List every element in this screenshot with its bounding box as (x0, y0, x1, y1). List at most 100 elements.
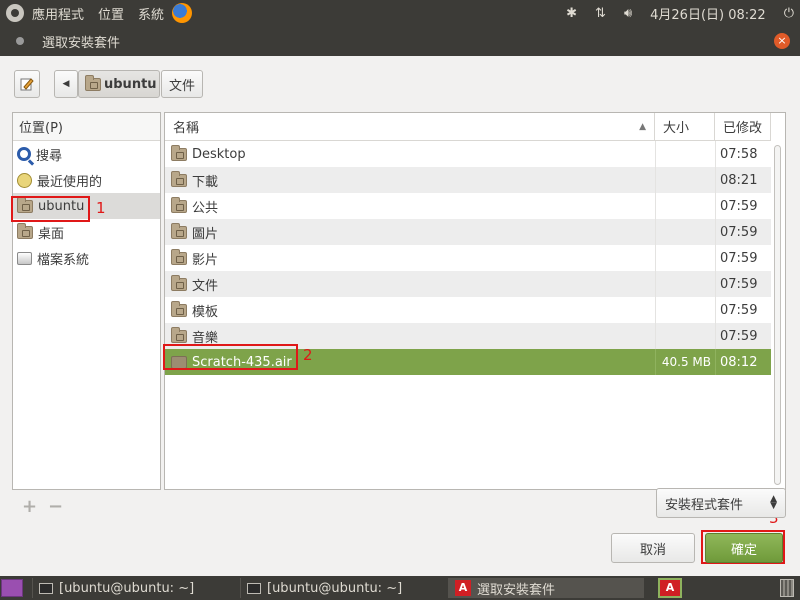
menu-places[interactable]: 位置 (98, 4, 124, 23)
file-row[interactable]: 圖片 07:59 (165, 219, 771, 245)
chevron-left-icon: ◀ (62, 79, 70, 89)
add-bookmark-button[interactable]: + (22, 496, 37, 517)
folder-icon (171, 196, 187, 213)
ok-label: 確定 (730, 542, 757, 558)
adobe-air-icon: A (455, 580, 471, 596)
file-modified: 07:58 (715, 141, 771, 167)
file-modified: 07:59 (715, 297, 771, 323)
column-header-modified-label: 已修改 (723, 121, 763, 136)
terminal-icon (39, 582, 53, 594)
annotation-box-2 (163, 344, 298, 370)
bluetooth-icon[interactable]: ✱ (566, 6, 577, 21)
file-row[interactable]: Desktop 07:58 (165, 141, 771, 167)
file-type-filter-select[interactable]: 安裝程式套件 ▲ ▼ (656, 488, 786, 518)
file-list: 名稱 ▲ 大小 已修改 Desktop 07:58 下載 08:21 公共 07… (164, 112, 786, 490)
desktop-folder-icon (17, 222, 33, 239)
file-row[interactable]: 模板 07:59 (165, 297, 771, 323)
file-row[interactable]: 影片 07:59 (165, 245, 771, 271)
path-back-button[interactable]: ◀ (54, 70, 78, 98)
column-header-size[interactable]: 大小 (655, 113, 715, 141)
column-header-modified[interactable]: 已修改 (715, 113, 771, 141)
file-row[interactable]: 文件 07:59 (165, 271, 771, 297)
places-header[interactable]: 位置(P) (13, 113, 160, 141)
menu-applications[interactable]: 應用程式 (32, 4, 84, 23)
path-crumb-home[interactable]: ubuntu (78, 70, 160, 98)
file-modified: 08:12 (715, 349, 771, 375)
places-item-label: 搜尋 (36, 148, 63, 164)
file-size (655, 193, 715, 219)
window-menu-icon[interactable] (16, 37, 24, 45)
folder-icon (171, 222, 187, 239)
places-item-label: 桌面 (38, 226, 65, 242)
adobe-air-tray-icon[interactable]: A (658, 578, 682, 598)
path-crumb-home-label: ubuntu (104, 76, 157, 92)
cancel-button[interactable]: 取消 (611, 533, 695, 563)
file-modified: 08:21 (715, 167, 771, 193)
ok-button[interactable]: 確定 (705, 533, 783, 563)
show-desktop-icon[interactable] (1, 579, 23, 597)
column-header-name-label: 名稱 (173, 121, 200, 136)
chevron-updown-icon: ▲ ▼ (770, 494, 777, 511)
sort-ascending-icon: ▲ (639, 121, 646, 132)
places-item-desktop[interactable]: 桌面 (13, 219, 160, 245)
trash-icon[interactable] (780, 579, 794, 597)
home-folder-icon (85, 74, 101, 91)
file-size (655, 245, 715, 271)
menu-system[interactable]: 系統 (138, 4, 164, 23)
cancel-label: 取消 (639, 542, 666, 558)
taskbar-item-dialog[interactable]: A 選取安裝套件 (448, 578, 644, 598)
file-size (655, 271, 715, 297)
taskbar-item-terminal-2[interactable]: [ubuntu@ubuntu: ~] (240, 578, 444, 598)
taskbar-item-label: [ubuntu@ubuntu: ~] (59, 580, 195, 596)
file-modified: 07:59 (715, 245, 771, 271)
file-name: 下載 (192, 174, 219, 190)
folder-icon (171, 170, 187, 187)
file-name: 模板 (192, 304, 219, 320)
places-item-filesystem[interactable]: 檔案系統 (13, 245, 160, 271)
file-name: 音樂 (192, 330, 219, 346)
remove-bookmark-button[interactable]: − (48, 496, 63, 517)
places-header-label: 位置(P) (19, 121, 63, 136)
folder-icon (171, 274, 187, 291)
power-icon[interactable]: ⏻ (784, 6, 794, 21)
file-row[interactable]: 公共 07:59 (165, 193, 771, 219)
close-button[interactable]: × (774, 33, 790, 49)
places-item-search[interactable]: 搜尋 (13, 141, 160, 167)
file-size (655, 219, 715, 245)
clock[interactable]: 4月26日(日) 08:22 (650, 4, 766, 23)
folder-icon (171, 326, 187, 343)
taskbar-item-label: [ubuntu@ubuntu: ~] (267, 580, 403, 596)
edit-location-button[interactable] (14, 70, 40, 98)
folder-icon (171, 144, 187, 161)
places-item-label: 最近使用的 (37, 174, 103, 190)
file-modified: 07:59 (715, 219, 771, 245)
folder-icon (171, 248, 187, 265)
annotation-box-1 (11, 196, 90, 222)
path-crumb-documents[interactable]: 文件 (161, 70, 203, 98)
places-item-recent[interactable]: 最近使用的 (13, 167, 160, 193)
network-icon[interactable]: ⇅ (595, 6, 606, 21)
file-name: Desktop (192, 146, 246, 162)
annotation-label-2: 2 (303, 346, 313, 364)
volume-icon[interactable]: 🔊︎ (624, 6, 632, 21)
terminal-icon (247, 582, 261, 594)
taskbar-item-terminal-1[interactable]: [ubuntu@ubuntu: ~] (32, 578, 236, 598)
file-row[interactable]: 下載 08:21 (165, 167, 771, 193)
recent-icon (17, 172, 32, 188)
file-size (655, 323, 715, 349)
filter-label: 安裝程式套件 (665, 497, 744, 513)
file-name: 影片 (192, 252, 219, 268)
ubuntu-logo-icon[interactable] (6, 4, 24, 22)
places-item-label: 檔案系統 (37, 252, 90, 268)
top-panel: 應用程式 位置 系統 ✱ ⇅ 🔊︎ 4月26日(日) 08:22 ⏻ (0, 0, 800, 26)
file-name: 文件 (192, 278, 219, 294)
file-list-scrollbar[interactable] (774, 145, 781, 485)
file-size (655, 167, 715, 193)
column-header-name[interactable]: 名稱 ▲ (165, 113, 655, 141)
search-icon (17, 147, 31, 161)
taskbar-item-label: 選取安裝套件 (477, 582, 556, 598)
file-size: 40.5 MB (655, 349, 715, 375)
file-modified: 07:59 (715, 271, 771, 297)
firefox-icon[interactable] (172, 3, 193, 23)
folder-icon (171, 300, 187, 317)
